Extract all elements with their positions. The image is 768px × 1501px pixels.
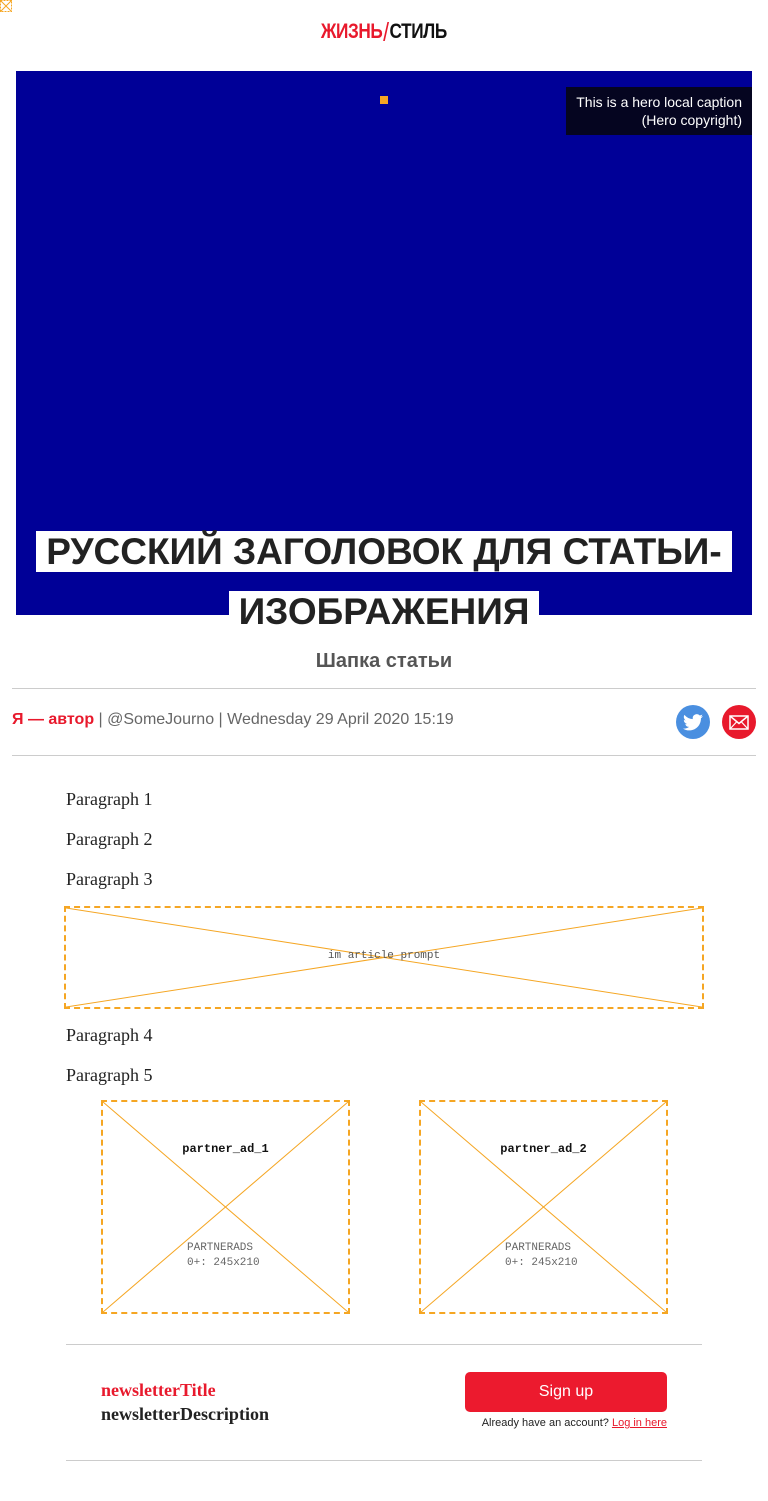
logo-part-2: СТИЛЬ [389, 20, 448, 43]
article-paragraph: Paragraph 3 [66, 869, 153, 889]
byline-separator: | [214, 711, 228, 728]
placeholder-cross-icon [421, 1102, 666, 1312]
newsletter-title: newsletterTitle [101, 1380, 216, 1400]
ad-title: partner_ad_1 [182, 1142, 269, 1156]
ad-size: 0+: 245x210 [505, 1257, 578, 1269]
author-handle[interactable]: @SomeJourno [107, 711, 214, 728]
hero-caption-text: This is a hero local caption [576, 94, 742, 110]
headline-text: РУССКИЙ ЗАГОЛОВОК ДЛЯ СТАТЬИ-ИЗОБРАЖЕНИЯ [36, 531, 732, 632]
publish-date: Wednesday 29 April 2020 15:19 [227, 711, 454, 728]
share-email-button[interactable] [722, 705, 756, 739]
login-prompt-text: Already have an account? [481, 1417, 612, 1429]
hero-copyright: (Hero copyright) [641, 112, 742, 128]
divider [12, 755, 756, 756]
ad-network: PARTNERADS [505, 1242, 572, 1254]
article-prompt-label: im article prompt [327, 950, 441, 962]
login-link[interactable]: Log in here [612, 1417, 667, 1429]
broken-image-icon [0, 0, 12, 12]
author-link[interactable]: Я — автор [12, 711, 94, 728]
article-paragraph: Paragraph 4 [66, 1025, 153, 1045]
article-paragraph: Paragraph 2 [66, 829, 153, 849]
article-prompt-placeholder: im article prompt [64, 906, 704, 1009]
article-paragraph: Paragraph 5 [66, 1065, 153, 1085]
site-logo[interactable]: ЖИЗНЬ / СТИЛЬ [0, 17, 768, 50]
hero-caption: This is a hero local caption (Hero copyr… [566, 87, 752, 135]
divider [66, 1344, 702, 1345]
article-paragraph: Paragraph 1 [66, 789, 153, 809]
ad-network: PARTNERADS [187, 1242, 254, 1254]
divider [66, 1460, 702, 1461]
ad-meta: PARTNERADS 0+: 245x210 [187, 1241, 260, 1271]
logo-slash: / [383, 17, 389, 47]
article-headline: РУССКИЙ ЗАГОЛОВОК ДЛЯ СТАТЬИ-ИЗОБРАЖЕНИЯ [0, 522, 768, 642]
byline-separator: | [94, 711, 108, 728]
hero-image-placeholder-icon [380, 96, 388, 104]
ad-title: partner_ad_2 [500, 1142, 587, 1156]
email-icon [729, 714, 749, 730]
sign-up-button[interactable]: Sign up [465, 1372, 667, 1412]
placeholder-cross-icon [103, 1102, 348, 1312]
twitter-icon [683, 713, 703, 730]
ad-meta: PARTNERADS 0+: 245x210 [505, 1241, 578, 1271]
partner-ad-2[interactable]: partner_ad_2 PARTNERADS 0+: 245x210 [419, 1100, 668, 1314]
share-twitter-button[interactable] [676, 705, 710, 739]
partner-ad-1[interactable]: partner_ad_1 PARTNERADS 0+: 245x210 [101, 1100, 350, 1314]
ad-size: 0+: 245x210 [187, 1257, 260, 1269]
article-standfirst: Шапка статьи [315, 650, 453, 672]
byline: Я — автор | @SomeJourno | Wednesday 29 A… [12, 711, 454, 729]
newsletter-description: newsletterDescription [101, 1404, 269, 1424]
divider [12, 688, 756, 689]
logo-part-1: ЖИЗНЬ [320, 20, 383, 43]
login-prompt: Already have an account? Log in here [465, 1417, 667, 1429]
